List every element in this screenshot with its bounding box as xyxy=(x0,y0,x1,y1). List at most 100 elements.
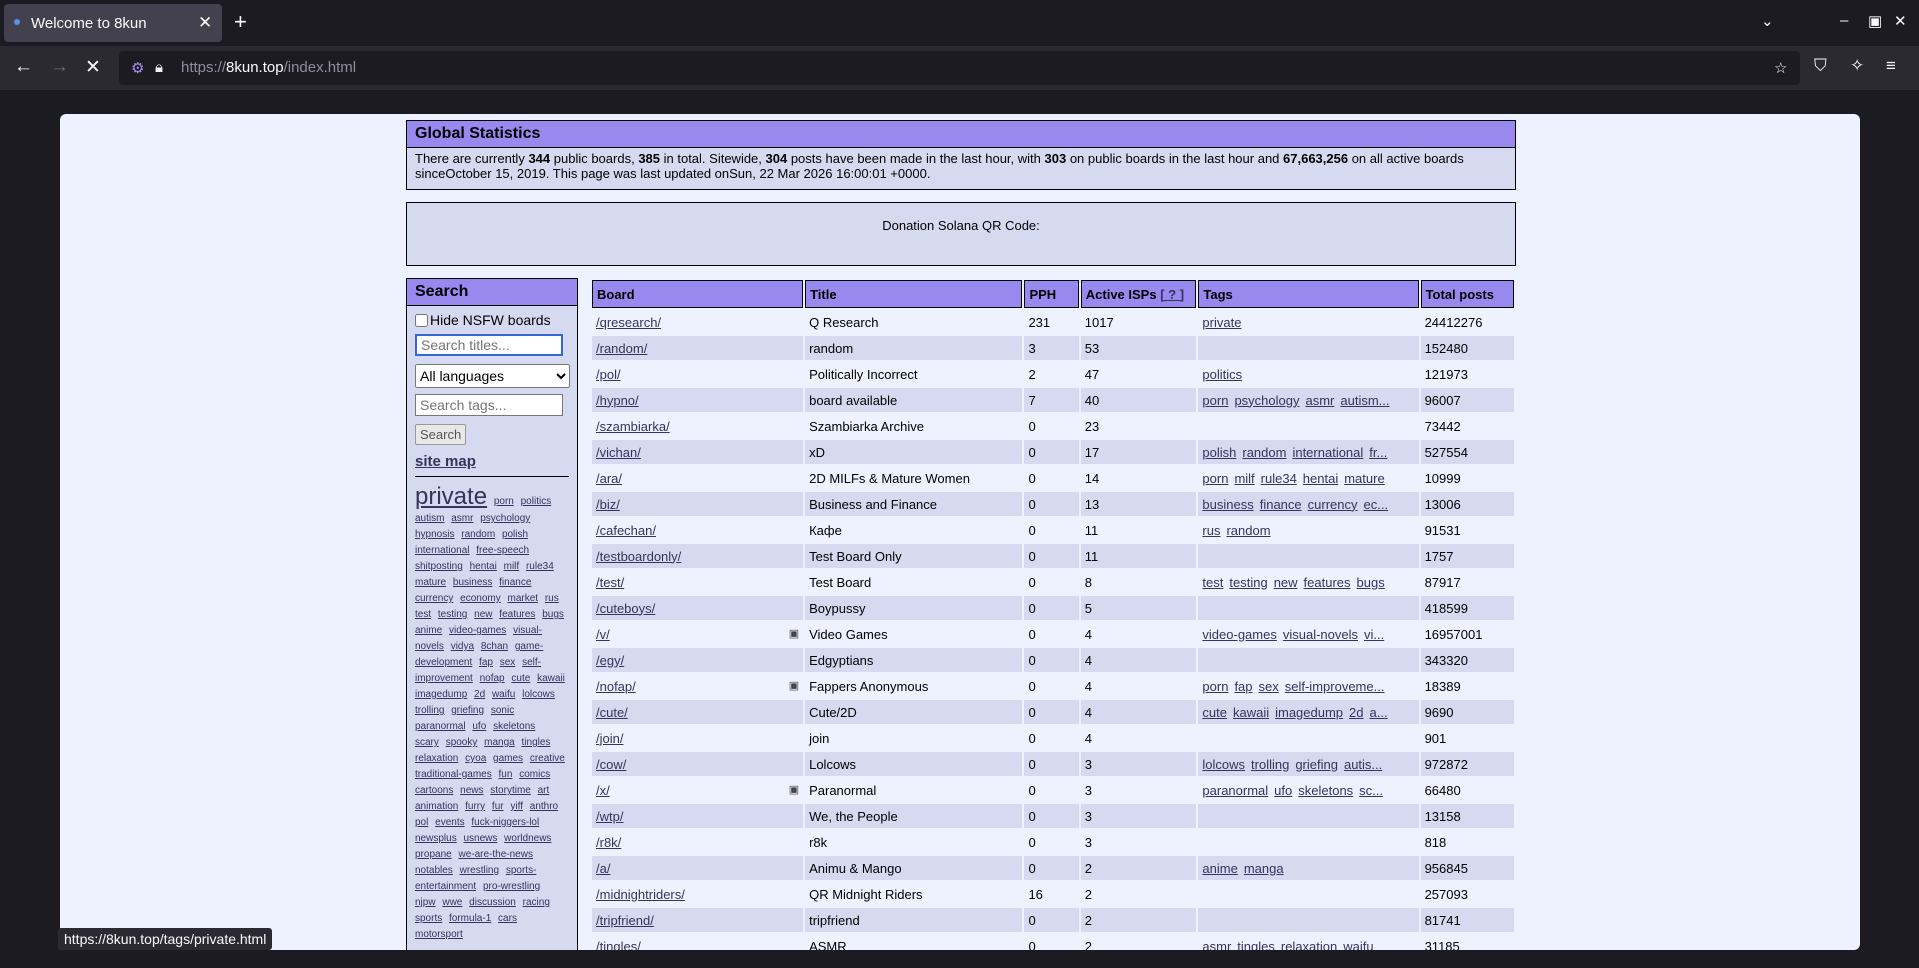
tag-link[interactable]: lolcows xyxy=(522,689,555,700)
tag-link[interactable]: autism xyxy=(415,513,444,524)
tag-link[interactable]: nofap xyxy=(480,673,505,684)
tag-link[interactable]: hentai xyxy=(470,561,497,572)
tag-link[interactable]: spooky xyxy=(446,737,478,748)
board-link[interactable]: /pol/ xyxy=(596,367,621,382)
tag-link[interactable]: njpw xyxy=(415,897,436,908)
tag-link[interactable]: scary xyxy=(415,737,439,748)
tag-link[interactable]: anthro xyxy=(530,801,558,812)
board-tag-link[interactable]: random xyxy=(1226,523,1270,538)
board-tag-link[interactable]: currency xyxy=(1308,497,1358,512)
board-link[interactable]: /cafechan/ xyxy=(596,523,656,538)
tag-link[interactable]: international xyxy=(415,545,469,556)
back-icon[interactable]: ← xyxy=(14,56,33,78)
board-tag-link[interactable]: ufo xyxy=(1274,783,1292,798)
board-tag-link[interactable]: porn xyxy=(1202,679,1228,694)
board-link[interactable]: /hypno/ xyxy=(596,393,639,408)
board-tag-link[interactable]: mature xyxy=(1344,471,1384,486)
tag-link[interactable]: testing xyxy=(438,609,467,620)
tag-link[interactable]: kawaii xyxy=(537,673,565,684)
board-tag-link[interactable]: milf xyxy=(1234,471,1254,486)
board-tag-link[interactable]: tingles xyxy=(1237,939,1275,951)
tag-link[interactable]: cyoa xyxy=(465,753,486,764)
board-tag-link[interactable]: sc... xyxy=(1359,783,1383,798)
tag-link[interactable]: fur xyxy=(492,801,504,812)
tag-link[interactable]: rus xyxy=(545,593,559,604)
search-titles-input[interactable] xyxy=(415,334,563,356)
header-board[interactable]: Board xyxy=(592,280,804,308)
tag-link[interactable]: skeletons xyxy=(493,721,535,732)
tag-link[interactable]: traditional-games xyxy=(415,769,492,780)
board-link[interactable]: /testboardonly/ xyxy=(596,549,681,564)
board-link[interactable]: /r8k/ xyxy=(596,835,621,850)
tag-link[interactable]: milf xyxy=(504,561,520,572)
tag-link[interactable]: trolling xyxy=(415,705,444,716)
board-link[interactable]: /join/ xyxy=(596,731,623,746)
minimize-icon[interactable]: ‒ xyxy=(1840,12,1848,29)
tag-link[interactable]: events xyxy=(435,817,464,828)
tag-link-private[interactable]: private xyxy=(415,483,487,510)
tag-link[interactable]: 2d xyxy=(474,689,485,700)
board-tag-link[interactable]: polish xyxy=(1202,445,1236,460)
board-tag-link[interactable]: hentai xyxy=(1303,471,1338,486)
tag-link[interactable]: newsplus xyxy=(415,833,457,844)
shield-icon[interactable]: ⛉ xyxy=(1814,56,1827,76)
tag-link[interactable]: economy xyxy=(460,593,501,604)
search-button[interactable]: Search xyxy=(415,424,467,445)
tag-link[interactable]: fap xyxy=(479,657,493,668)
tag-link[interactable]: polish xyxy=(502,529,528,540)
tag-link[interactable]: ufo xyxy=(472,721,486,732)
tag-link[interactable]: we-are-the-news xyxy=(458,849,532,860)
tag-link[interactable]: fun xyxy=(499,769,513,780)
tag-link[interactable]: business xyxy=(453,577,492,588)
board-tag-link[interactable]: cute xyxy=(1202,705,1227,720)
board-tag-link[interactable]: random xyxy=(1242,445,1286,460)
board-tag-link[interactable]: new xyxy=(1274,575,1298,590)
board-tag-link[interactable]: private xyxy=(1202,315,1241,330)
browser-tab[interactable]: Welcome to 8kun ✕ xyxy=(4,4,222,42)
board-tag-link[interactable]: psychology xyxy=(1234,393,1299,408)
tag-link[interactable]: waifu xyxy=(492,689,515,700)
board-tag-link[interactable]: features xyxy=(1304,575,1351,590)
board-link[interactable]: /egy/ xyxy=(596,653,624,668)
isp-help-link[interactable]: [ ? ] xyxy=(1160,287,1184,302)
stop-loading-icon[interactable]: ✕ xyxy=(85,56,101,79)
tab-list-icon[interactable]: ⌄ xyxy=(1761,12,1774,30)
lock-icon[interactable]: 🔒︎ xyxy=(155,59,163,76)
board-link[interactable]: /vichan/ xyxy=(596,445,641,460)
header-active-isps[interactable]: Active ISPs [ ? ] xyxy=(1080,280,1197,308)
board-tag-link[interactable]: fr... xyxy=(1369,445,1387,460)
board-link[interactable]: /biz/ xyxy=(596,497,620,512)
tag-link[interactable]: wwe xyxy=(442,897,462,908)
board-tag-link[interactable]: relaxation xyxy=(1281,939,1337,951)
tag-link[interactable]: asmr xyxy=(451,513,473,524)
extensions-icon[interactable]: ✧ xyxy=(1850,56,1864,76)
window-close-icon[interactable]: ✕ xyxy=(1894,12,1907,30)
board-tag-link[interactable]: visual-novels xyxy=(1283,627,1358,642)
tag-link[interactable]: storytime xyxy=(490,785,531,796)
tag-link[interactable]: test xyxy=(415,609,431,620)
tag-link[interactable]: pro-wrestling xyxy=(483,881,540,892)
menu-icon[interactable]: ≡ xyxy=(1886,56,1896,76)
tag-link[interactable]: formula-1 xyxy=(449,913,491,924)
board-link[interactable]: /ara/ xyxy=(596,471,622,486)
board-tag-link[interactable]: paranormal xyxy=(1202,783,1268,798)
tag-link[interactable]: furry xyxy=(465,801,485,812)
board-link[interactable]: /v/ xyxy=(596,627,610,642)
tag-link[interactable]: market xyxy=(508,593,539,604)
tag-link[interactable]: rule34 xyxy=(526,561,554,572)
board-tag-link[interactable]: asmr xyxy=(1305,393,1334,408)
tag-link[interactable]: propane xyxy=(415,849,452,860)
board-link[interactable]: /cuteboys/ xyxy=(596,601,655,616)
board-link[interactable]: /szambiarka/ xyxy=(596,419,670,434)
tag-link[interactable]: psychology xyxy=(480,513,530,524)
board-link[interactable]: /x/ xyxy=(596,783,610,798)
tag-link[interactable]: fuck-niggers-lol xyxy=(471,817,539,828)
tag-link[interactable]: games xyxy=(493,753,523,764)
board-tag-link[interactable]: sex xyxy=(1259,679,1279,694)
bookmark-star-icon[interactable]: ☆ xyxy=(1774,59,1787,77)
board-tag-link[interactable]: video-games xyxy=(1202,627,1276,642)
tag-link[interactable]: wrestling xyxy=(460,865,499,876)
tag-link[interactable]: worldnews xyxy=(504,833,551,844)
board-tag-link[interactable]: a... xyxy=(1370,705,1388,720)
board-tag-link[interactable]: rus xyxy=(1202,523,1220,538)
